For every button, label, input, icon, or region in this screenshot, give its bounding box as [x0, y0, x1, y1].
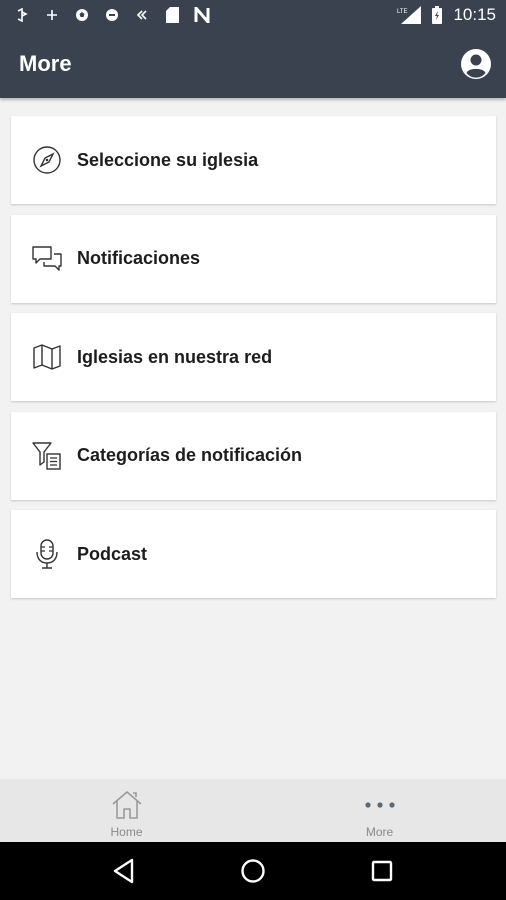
menu-item-label: Seleccione su iglesia: [77, 149, 259, 170]
sd-card-icon: [164, 7, 180, 23]
status-notifications: [14, 7, 210, 23]
soccer-ball-icon: [74, 7, 90, 23]
status-time: 10:15: [453, 5, 496, 24]
status-system: LTE 10:15: [397, 5, 496, 25]
back-icon[interactable]: [104, 851, 144, 891]
filter-list-icon: [31, 440, 63, 472]
app-bar: More: [0, 30, 506, 98]
recents-icon[interactable]: [362, 851, 402, 891]
chat-bubbles-icon: [31, 243, 63, 275]
menu-item-label: Categorías de notificación: [77, 445, 303, 465]
menu-item-select-church[interactable]: Seleccione su iglesia: [11, 116, 496, 204]
bottom-nav: Home More: [0, 779, 506, 842]
page-title: More: [19, 51, 72, 76]
menu-item-notification-categories[interactable]: Categorías de notificación: [11, 411, 496, 500]
bluetooth-share-icon: [14, 7, 30, 23]
menu-item-notifications[interactable]: Notificaciones: [11, 214, 496, 303]
more-dots-icon: [363, 787, 397, 823]
battery-icon: [429, 6, 445, 24]
compass-icon: [31, 144, 63, 176]
menu-item-label: Podcast: [77, 543, 148, 564]
menu-item-podcast[interactable]: Podcast: [11, 510, 496, 598]
nav-label: More: [365, 825, 394, 839]
home-circle-icon[interactable]: [233, 851, 273, 891]
record-icon: [104, 7, 120, 23]
home-icon: [111, 787, 143, 823]
nav-item-home[interactable]: Home: [0, 779, 253, 842]
network-label: LTE: [397, 9, 408, 15]
menu-item-label: Notificaciones: [77, 248, 201, 268]
nav-label: Home: [110, 825, 143, 839]
microphone-icon: [31, 538, 63, 570]
n-icon: [194, 7, 210, 23]
nav-item-more[interactable]: More: [253, 779, 506, 842]
menu-item-church-network[interactable]: Iglesias en nuestra red: [11, 313, 496, 401]
plus-icon: [44, 7, 60, 23]
signal-icon: LTE: [397, 6, 422, 24]
double-chevron-icon: [134, 7, 150, 23]
status-bar: LTE 10:15: [0, 0, 506, 30]
menu-list: Seleccione su iglesia Notificaciones Igl…: [11, 116, 496, 609]
menu-item-label: Iglesias en nuestra red: [77, 346, 273, 367]
account-circle-icon[interactable]: [460, 48, 492, 80]
system-nav-bar: [0, 842, 506, 900]
map-icon: [31, 341, 63, 373]
